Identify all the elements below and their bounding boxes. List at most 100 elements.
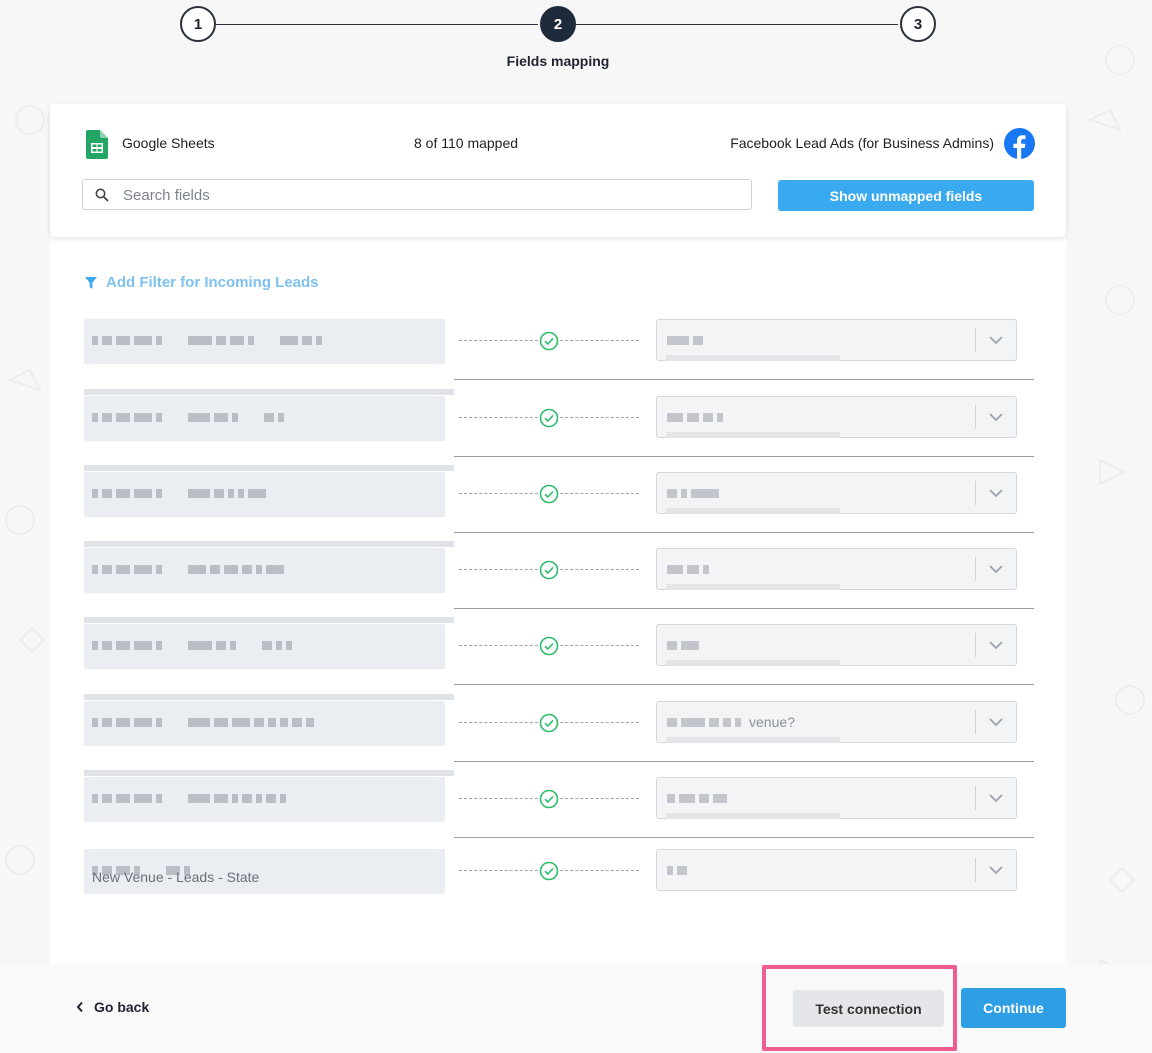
redacted-text [92, 489, 270, 499]
destination-app-name: Facebook Lead Ads (for Business Admins) [730, 135, 994, 151]
select-shadow [666, 432, 840, 438]
check-circle-icon [539, 560, 559, 580]
check-circle-icon [539, 713, 559, 733]
destination-field-label: venue? [749, 714, 795, 730]
source-field-label: New Venue - Leads - State [92, 869, 260, 885]
facebook-icon [1004, 128, 1035, 159]
footer-bar: Go back Test connection Continue [0, 964, 1152, 1053]
mapping-row [84, 541, 1034, 624]
select-shadow [666, 660, 840, 666]
row-divider [454, 684, 1034, 685]
search-field-container [82, 179, 752, 211]
destination-field-value [667, 409, 727, 425]
stepper-line [576, 24, 898, 25]
mapping-row [84, 617, 1034, 700]
destination-field-select[interactable] [656, 849, 1017, 891]
mapping-row: New Venue - Leads - State [84, 849, 1034, 925]
check-circle-icon [539, 789, 559, 809]
chevron-down-icon [989, 866, 1003, 875]
show-unmapped-fields-button[interactable]: Show unmapped fields [778, 180, 1034, 211]
select-separator [975, 328, 976, 352]
step-2-label: Fields mapping [506, 53, 610, 69]
chevron-down-icon [989, 718, 1003, 727]
progress-stepper: 1 2 3 Fields mapping [0, 0, 1152, 80]
select-separator [975, 405, 976, 429]
destination-field-value [667, 485, 723, 501]
step-1[interactable]: 1 [180, 6, 216, 42]
check-circle-icon [539, 636, 559, 656]
filter-icon [85, 276, 97, 289]
select-separator [975, 786, 976, 810]
redacted-text [92, 413, 288, 423]
select-shadow [666, 813, 840, 819]
go-back-link[interactable]: Go back [76, 999, 149, 1015]
destination-field-value: venue? [667, 714, 795, 730]
source-field [84, 472, 445, 517]
destination-field-value [667, 862, 691, 878]
select-separator [975, 633, 976, 657]
select-separator [975, 858, 976, 882]
mapping-row: venue? [84, 694, 1034, 777]
row-divider [454, 456, 1034, 457]
chevron-down-icon [989, 413, 1003, 422]
mapping-row [84, 319, 1034, 395]
chevron-left-icon [76, 1001, 83, 1013]
stepper-line [216, 24, 538, 25]
source-field [84, 319, 445, 364]
mapped-count: 8 of 110 mapped [414, 135, 519, 151]
search-fields-input[interactable] [121, 180, 745, 211]
select-separator [975, 710, 976, 734]
select-separator [975, 557, 976, 581]
source-field [84, 624, 445, 669]
row-shadow [84, 389, 454, 395]
chevron-down-icon [989, 565, 1003, 574]
row-divider [454, 837, 1034, 838]
redacted-text [92, 641, 296, 651]
row-divider [454, 532, 1034, 533]
row-shadow [84, 617, 454, 623]
redacted-text [92, 565, 288, 575]
select-shadow [666, 508, 840, 514]
chevron-down-icon [989, 641, 1003, 650]
select-separator [975, 481, 976, 505]
select-shadow [666, 584, 840, 590]
continue-button[interactable]: Continue [961, 988, 1066, 1028]
source-field: New Venue - Leads - State [84, 849, 445, 894]
row-shadow [84, 694, 454, 700]
destination-field-value [667, 790, 731, 806]
add-filter-link[interactable]: Add Filter for Incoming Leads [84, 274, 319, 291]
test-connection-button[interactable]: Test connection [793, 990, 944, 1027]
go-back-label: Go back [94, 999, 150, 1015]
mapping-row [84, 770, 1034, 853]
source-field [84, 548, 445, 593]
row-shadow [84, 541, 454, 547]
check-circle-icon [539, 484, 559, 504]
mapping-row [84, 465, 1034, 548]
source-field [84, 396, 445, 441]
redacted-text [92, 794, 290, 804]
check-circle-icon [539, 331, 559, 351]
row-divider [454, 379, 1034, 380]
source-field [84, 777, 445, 822]
source-app-name: Google Sheets [122, 135, 215, 151]
select-shadow [666, 737, 840, 743]
mapping-row [84, 389, 1034, 472]
mapping-header-card: Google Sheets 8 of 110 mapped Facebook L… [50, 104, 1066, 237]
chevron-down-icon [989, 336, 1003, 345]
destination-field-value [667, 637, 703, 653]
chevron-down-icon [989, 794, 1003, 803]
search-icon [95, 188, 109, 202]
step-3: 3 [900, 6, 936, 42]
destination-field-value [667, 561, 713, 577]
chevron-down-icon [989, 489, 1003, 498]
google-sheets-icon [86, 130, 108, 159]
check-circle-icon [539, 408, 559, 428]
redacted-text [92, 336, 326, 346]
row-shadow [84, 465, 454, 471]
row-shadow [84, 770, 454, 776]
row-divider [454, 761, 1034, 762]
redacted-text [92, 718, 318, 728]
select-shadow [666, 355, 840, 361]
source-field [84, 701, 445, 746]
destination-field-value [667, 332, 707, 348]
